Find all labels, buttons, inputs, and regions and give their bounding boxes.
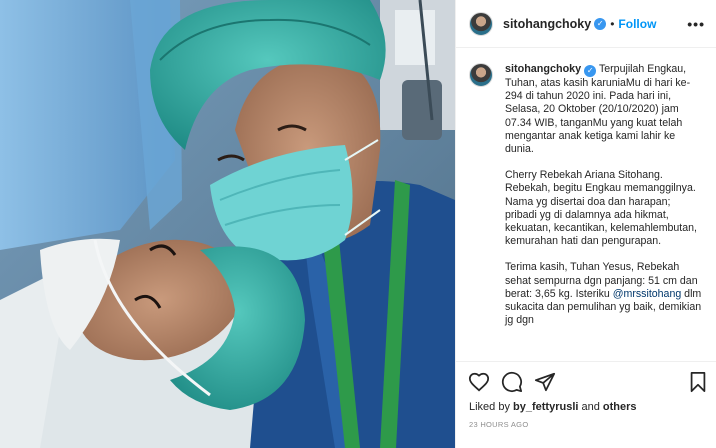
comment-icon[interactable] [501, 371, 523, 393]
caption-avatar[interactable] [469, 63, 493, 87]
post-image [0, 0, 455, 448]
post-header: sitohangchoky ✓ • Follow ••• [456, 0, 716, 48]
caption-paragraph-3: Terima kasih, Tuhan Yesus, Rebekah sehat… [505, 261, 703, 327]
more-options-icon[interactable]: ••• [687, 17, 705, 31]
action-icons [468, 371, 556, 393]
follow-button[interactable]: Follow [618, 17, 656, 31]
verified-badge-icon: ✓ [584, 65, 597, 77]
likes-summary: Liked by by_fettyrusli and others [469, 401, 637, 413]
caption-paragraph-1-text: Terpujilah Engkau, Tuhan, atas kasih kar… [505, 63, 691, 156]
verified-badge-icon: ✓ [594, 17, 607, 30]
heart-icon[interactable] [468, 371, 490, 393]
liked-by-user[interactable]: by_fettyrusli [513, 401, 578, 413]
post-side-panel: sitohangchoky ✓ • Follow ••• sitohangcho… [455, 0, 716, 448]
caption-paragraph-1: sitohangchoky ✓ Terpujilah Engkau, Tuhan,… [505, 63, 703, 156]
likes-conjunction: and [578, 401, 603, 413]
caption-username[interactable]: sitohangchoky [505, 63, 581, 75]
post-actions: Liked by by_fettyrusli and others 23 HOU… [456, 361, 716, 448]
author-avatar[interactable] [469, 11, 493, 36]
liked-by-others[interactable]: others [603, 401, 637, 413]
header-separator: • [610, 16, 615, 31]
mention-link[interactable]: @mrssitohang [613, 288, 681, 300]
bookmark-icon[interactable] [688, 371, 708, 393]
author-username[interactable]: sitohangchoky [503, 17, 591, 31]
post-photo[interactable] [0, 0, 455, 448]
caption-section: sitohangchoky ✓ Terpujilah Engkau, Tuhan,… [456, 49, 716, 361]
caption-text: sitohangchoky ✓ Terpujilah Engkau, Tuhan,… [505, 63, 703, 361]
likes-prefix: Liked by [469, 401, 514, 413]
caption-paragraph-2: Cherry Rebekah Ariana Sitohang. Rebekah,… [505, 169, 697, 248]
post-timestamp[interactable]: 23 HOURS AGO [469, 420, 528, 429]
share-icon[interactable] [534, 371, 556, 393]
